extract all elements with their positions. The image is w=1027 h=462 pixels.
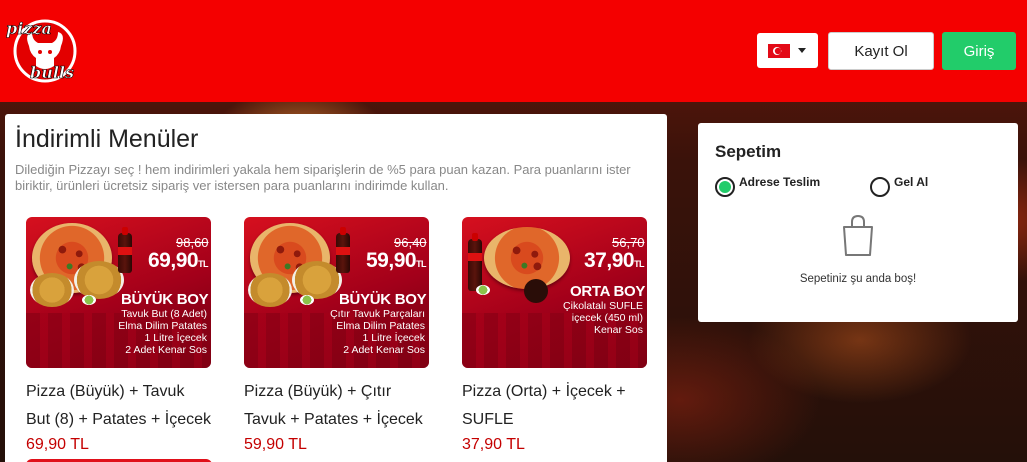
- menu-card-price: 37,90 TL: [462, 436, 525, 453]
- menu-contents: Tavuk But (8 Adet) Elma Dilim Patates 1 …: [118, 308, 207, 356]
- fries-plate-image: [74, 261, 124, 299]
- menu-card[interactable]: 98,60 69,90TL BÜYÜK BOY Tavuk But (8 Ade…: [26, 217, 214, 456]
- turkey-flag-icon: [768, 43, 790, 58]
- cola-bottle-image: [468, 233, 482, 291]
- language-selector[interactable]: [757, 33, 818, 68]
- menu-card[interactable]: 56,70 37,90TL ORTA BOY Çikolatalı SUFLE …: [462, 217, 650, 456]
- menu-contents: Çikolatalı SUFLE içecek (450 ml) Kenar S…: [563, 300, 643, 336]
- size-label: BÜYÜK BOY: [121, 291, 209, 308]
- register-button[interactable]: Kayıt Ol: [828, 32, 934, 70]
- menu-card-name[interactable]: Pizza (Büyük) + Çıtır Tavuk + Patates + …: [244, 378, 432, 434]
- chevron-down-icon: [798, 48, 806, 53]
- menu-card[interactable]: 96,40 59,90TL BÜYÜK BOY Çıtır Tavuk Parç…: [244, 217, 432, 456]
- cart-title: Sepetim: [715, 142, 782, 161]
- menu-card-image[interactable]: 98,60 69,90TL BÜYÜK BOY Tavuk But (8 Ade…: [26, 217, 211, 368]
- logo-text-bottom: bulls: [30, 63, 74, 82]
- menu-card-name[interactable]: Pizza (Büyük) + Tavuk But (8) + Patates …: [26, 378, 214, 434]
- pickup-label[interactable]: Gel Al: [894, 175, 928, 189]
- pizza-bulls-logo[interactable]: pizza bulls: [4, 16, 82, 86]
- souffle-image: [524, 279, 548, 303]
- size-label: ORTA BOY: [570, 283, 646, 300]
- chicken-plate-image: [248, 273, 292, 307]
- menu-description: Dilediğin Pizzayı seç ! hem indirimleri …: [15, 162, 631, 193]
- menu-card-name[interactable]: Pizza (Orta) + İçecek + SUFLE: [462, 378, 650, 434]
- page-title: İndirimli Menüler: [15, 125, 199, 153]
- size-label: BÜYÜK BOY: [339, 291, 427, 308]
- delivery-radio[interactable]: [715, 177, 735, 197]
- fries-plate-image: [292, 261, 342, 299]
- chicken-plate-image: [30, 273, 74, 307]
- menu-card-price: 59,90 TL: [244, 436, 307, 453]
- menu-contents: Çıtır Tavuk Parçaları Elma Dilim Patates…: [330, 308, 425, 356]
- delivery-label[interactable]: Adrese Teslim: [739, 175, 820, 189]
- pizza-image: [484, 227, 570, 289]
- discount-price: 59,90TL: [366, 249, 427, 272]
- logo-text-top: pizza: [6, 19, 52, 38]
- old-price: 56,70: [612, 235, 645, 250]
- discount-menus-panel: İndirimli Menüler Dilediğin Pizzayı seç …: [5, 114, 667, 462]
- shopping-bag-icon: [843, 215, 873, 256]
- cola-bottle-image: [118, 227, 132, 273]
- discount-price: 69,90TL: [148, 249, 209, 272]
- pickup-radio[interactable]: [870, 177, 890, 197]
- top-header: pizza bulls Kayıt Ol Giriş: [0, 0, 1027, 102]
- discount-price: 37,90TL: [584, 249, 645, 272]
- menu-card-price: 69,90 TL: [26, 436, 89, 453]
- old-price: 98,60: [176, 235, 209, 250]
- cart-empty-message: Sepetiniz şu anda boş!: [799, 273, 917, 285]
- old-price: 96,40: [394, 235, 427, 250]
- menu-card-image[interactable]: 56,70 37,90TL ORTA BOY Çikolatalı SUFLE …: [462, 217, 647, 368]
- menu-card-image[interactable]: 96,40 59,90TL BÜYÜK BOY Çıtır Tavuk Parç…: [244, 217, 429, 368]
- login-button[interactable]: Giriş: [942, 32, 1016, 70]
- cola-bottle-image: [336, 227, 350, 273]
- cart-panel: Sepetim Adrese Teslim Gel Al Sepetiniz ş…: [698, 123, 1018, 322]
